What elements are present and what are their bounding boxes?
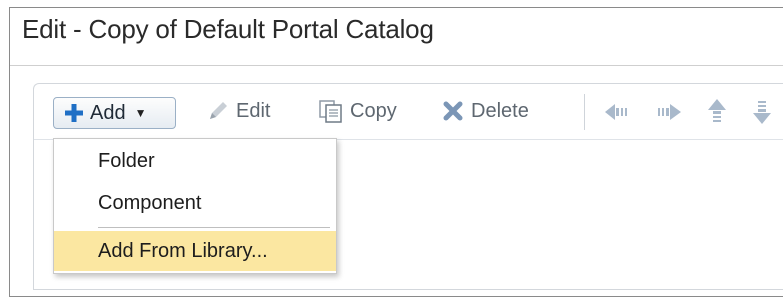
delete-button-label: Delete [471,99,529,122]
menu-separator [98,227,330,228]
copy-button[interactable]: Copy [318,99,397,123]
copy-button-label: Copy [350,99,397,122]
plus-icon [64,103,84,123]
add-dropdown-menu: Folder Component Add From Library... [53,138,337,274]
chevron-down-icon: ▼ [134,106,147,120]
delete-button[interactable]: Delete [441,99,529,123]
move-left-button[interactable] [604,101,632,123]
edit-button-label: Edit [236,99,271,122]
move-down-icon [751,98,773,126]
copy-icon [318,99,344,123]
pencil-icon [206,99,230,123]
move-up-button[interactable] [706,98,728,126]
toolbar-separator [584,94,585,130]
move-left-icon [604,101,632,123]
edit-button[interactable]: Edit [206,99,270,123]
move-down-button[interactable] [751,98,773,126]
add-button[interactable]: Add ▼ [53,97,176,129]
toolbar: Add ▼ Edit Copy Delete [34,84,783,140]
dialog-title: Edit - Copy of Default Portal Catalog [22,14,434,44]
menu-item-folder[interactable]: Folder [54,141,336,181]
menu-item-component[interactable]: Component [54,183,336,223]
move-up-icon [706,98,728,126]
add-button-label: Add [90,101,126,124]
delete-x-icon [441,99,465,123]
move-right-button[interactable] [655,101,683,123]
move-right-icon [655,101,683,123]
menu-item-add-from-library[interactable]: Add From Library... [54,231,336,271]
title-divider [10,65,783,66]
